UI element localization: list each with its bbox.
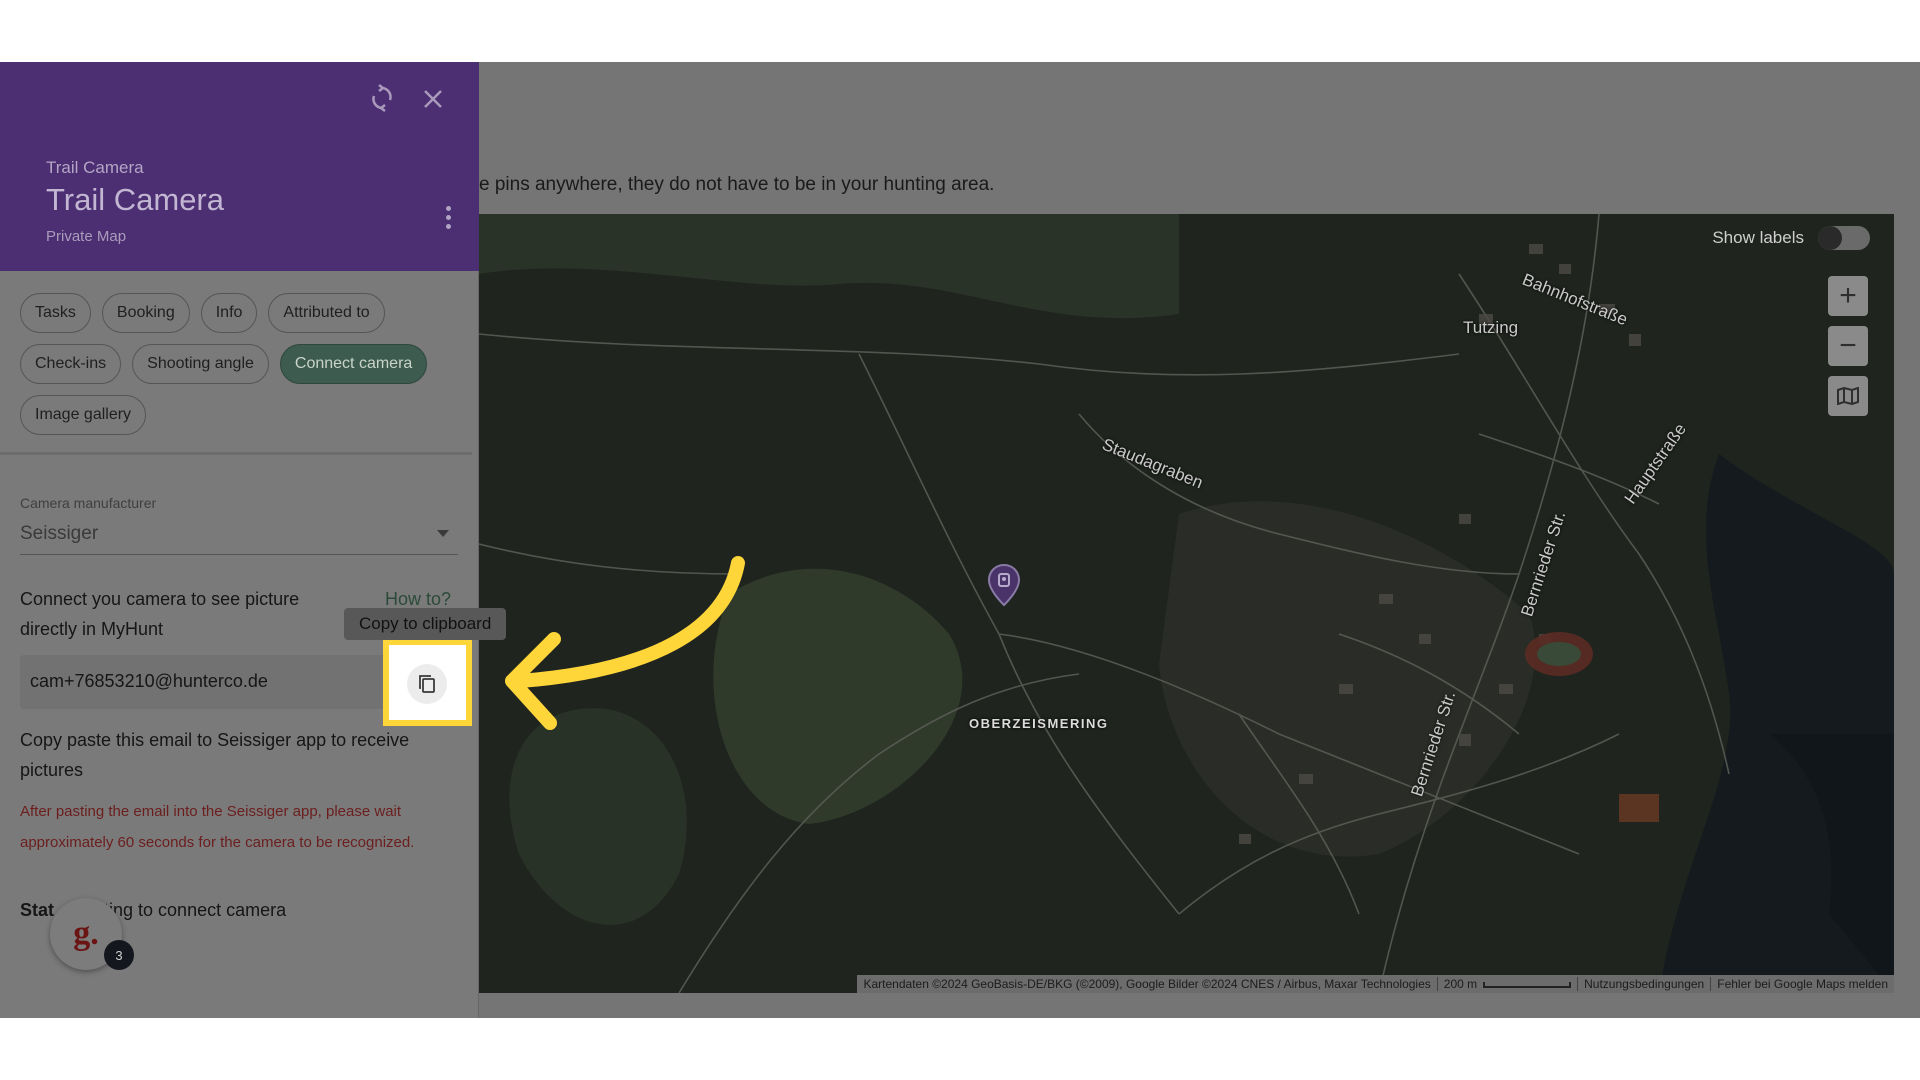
header-type-label: Trail Camera <box>46 158 144 177</box>
copy-to-clipboard-button[interactable] <box>407 664 447 704</box>
page-title: Trail Camera <box>46 182 224 217</box>
chip-attributed-to[interactable]: Attributed to <box>268 293 385 333</box>
chip-connect-camera[interactable]: Connect camera <box>279 344 428 384</box>
copy-button-highlight <box>383 639 472 726</box>
show-labels-label: Show labels <box>1712 228 1804 247</box>
map-label-tutzing: Tutzing <box>1463 318 1519 337</box>
copy-icon <box>419 675 435 693</box>
map-footer: Kartendaten ©2024 GeoBasis-DE/BKG (©2009… <box>857 975 1894 993</box>
map-attribution: Kartendaten ©2024 GeoBasis-DE/BKG (©2009… <box>863 977 1431 991</box>
terms-link[interactable]: Nutzungsbedingungen <box>1584 977 1704 991</box>
show-labels-toggle[interactable] <box>1818 226 1870 250</box>
copy-tooltip: Copy to clipboard <box>344 608 507 640</box>
map-layers-icon <box>1837 387 1859 405</box>
warning-text: After pasting the email into the Seissig… <box>20 803 415 851</box>
chip-image-gallery[interactable]: Image gallery <box>20 395 147 435</box>
close-icon[interactable] <box>422 88 444 110</box>
chip-group: Tasks Booking Info Attributed to Check-i… <box>20 293 460 435</box>
select-underline <box>20 554 458 555</box>
manufacturer-label: Camera manufacturer <box>20 495 157 511</box>
zoom-in-button[interactable]: + <box>1828 276 1868 316</box>
instruction-text: e pins anywhere, they do not have to be … <box>479 174 995 195</box>
chevron-down-icon[interactable] <box>437 530 449 537</box>
zoom-out-button[interactable]: − <box>1828 326 1868 366</box>
app-frame: e pins anywhere, they do not have to be … <box>0 62 1920 1018</box>
chip-shooting-angle[interactable]: Shooting angle <box>132 344 269 384</box>
chip-check-ins[interactable]: Check-ins <box>20 344 122 384</box>
email-value: cam+76853210@hunterco.de <box>30 671 268 691</box>
divider <box>0 452 472 455</box>
panel-header: Trail Camera Trail Camera Private Map <box>0 62 479 271</box>
copy-instruction: Copy paste this email to Seissiger app t… <box>20 730 410 780</box>
chip-info[interactable]: Info <box>200 293 258 333</box>
show-labels-control[interactable]: Show labels <box>1712 226 1870 250</box>
notification-badge: 3 <box>104 940 134 970</box>
connect-instruction: Connect you camera to see picture direct… <box>20 589 300 639</box>
status-text: ting to connect camera <box>104 900 287 920</box>
refresh-icon[interactable] <box>370 84 394 112</box>
side-panel: Trail Camera Trail Camera Private Map Ta… <box>0 62 479 1018</box>
toggle-knob <box>1818 226 1842 250</box>
chip-booking[interactable]: Booking <box>101 293 190 333</box>
status-label: Stat <box>20 900 55 920</box>
map-type-button[interactable] <box>1828 376 1868 416</box>
manufacturer-select[interactable]: Seissiger <box>20 523 98 545</box>
tutorial-arrow-icon <box>505 556 745 730</box>
report-error-link[interactable]: Fehler bei Google Maps melden <box>1717 977 1888 991</box>
map-scale: 200 m <box>1444 977 1572 991</box>
map-label-oberzeismering: OBERZEISMERING <box>969 716 1109 731</box>
map-pin-icon[interactable] <box>987 563 1021 607</box>
chip-tasks[interactable]: Tasks <box>20 293 91 333</box>
header-subtitle: Private Map <box>46 228 127 245</box>
more-vert-icon[interactable] <box>446 206 451 229</box>
